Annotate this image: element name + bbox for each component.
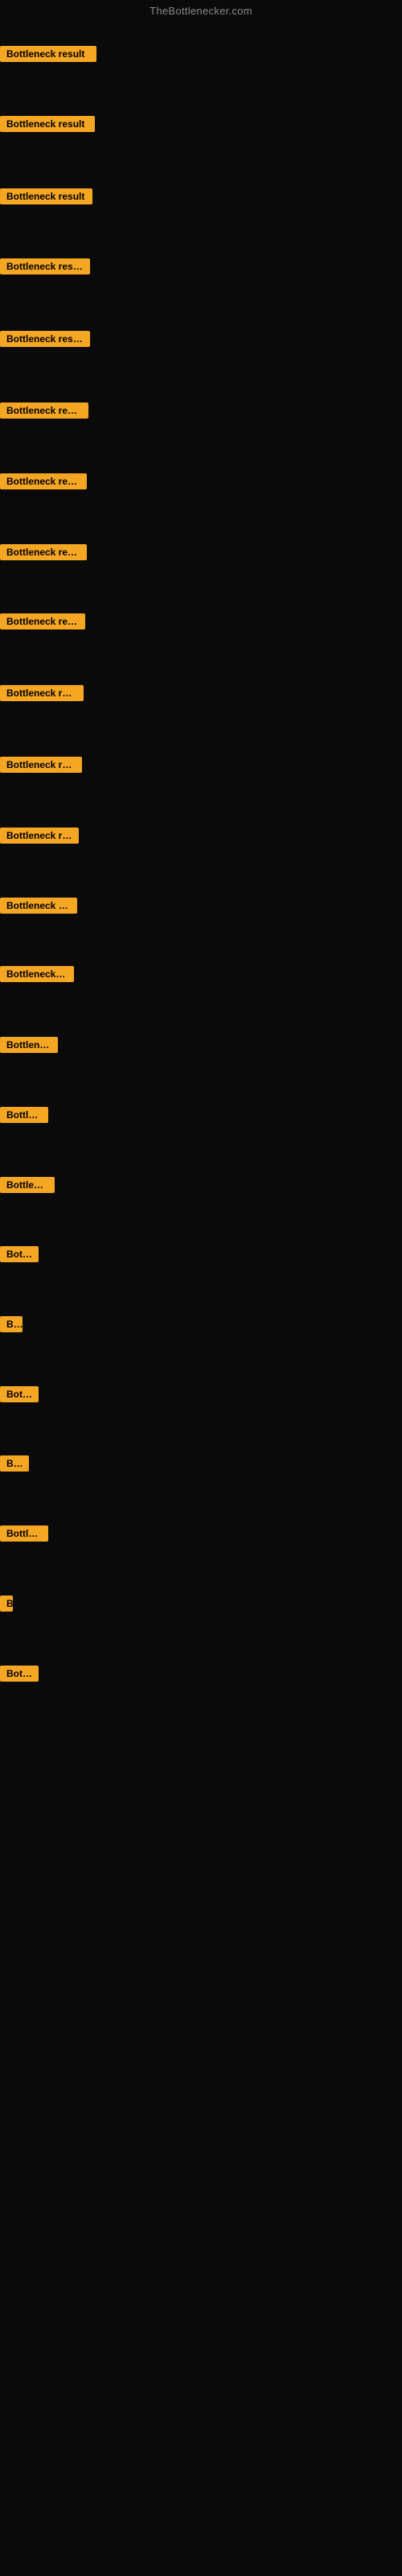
bottleneck-result-badge[interactable]: Bottleneck r xyxy=(0,1037,58,1053)
bottleneck-result-row: Bottleneck result xyxy=(0,544,87,564)
bottleneck-result-row: Bottleneck result xyxy=(0,898,77,918)
site-title: TheBottlenecker.com xyxy=(0,0,402,20)
bottleneck-result-row: Bottlene xyxy=(0,1107,48,1127)
bottleneck-result-badge[interactable]: Bottleneck result xyxy=(0,473,87,489)
bottleneck-result-badge[interactable]: Bottlene xyxy=(0,1107,48,1123)
bottleneck-result-badge[interactable]: Bottle xyxy=(0,1246,39,1262)
bottleneck-result-badge[interactable]: Bottle xyxy=(0,1666,39,1682)
bottleneck-result-row: Bottleneck result xyxy=(0,46,96,66)
bottleneck-result-badge[interactable]: Bottleneck result xyxy=(0,46,96,62)
bottleneck-result-badge[interactable]: Bottleneck result xyxy=(0,966,74,982)
bottleneck-result-row: Bottleneck result xyxy=(0,258,90,279)
bottleneck-result-badge[interactable]: Bottleneck result xyxy=(0,116,95,132)
bottleneck-result-row: Bottleneck result xyxy=(0,331,90,351)
bottleneck-result-badge[interactable]: Bottleneck result xyxy=(0,402,88,419)
bottleneck-result-badge[interactable]: Bottleneck result xyxy=(0,188,92,204)
bottleneck-result-row: Bottleneck result xyxy=(0,757,82,777)
bottleneck-result-row: Bottleneck result xyxy=(0,188,92,208)
bottleneck-result-badge[interactable]: Bottleneck result xyxy=(0,685,84,701)
bottleneck-result-row: Bottleneck result xyxy=(0,966,74,986)
bottleneck-result-row: Bottle xyxy=(0,1246,39,1266)
bottleneck-result-row: Bottle xyxy=(0,1386,39,1406)
bottleneck-result-badge[interactable]: Bottleneck resul xyxy=(0,828,79,844)
bottleneck-result-row: Bottleneck result xyxy=(0,613,85,634)
bottleneck-result-badge[interactable]: Bott xyxy=(0,1455,29,1472)
bottleneck-result-row: Bottleneck result xyxy=(0,402,88,423)
bottleneck-result-badge[interactable]: Bottleneck result xyxy=(0,544,87,560)
bottleneck-result-row: Bottleneck result xyxy=(0,116,95,136)
bottleneck-result-badge[interactable]: Bottleneck result xyxy=(0,898,77,914)
bottleneck-result-badge[interactable]: B xyxy=(0,1596,13,1612)
bottleneck-result-badge[interactable]: Bottle xyxy=(0,1386,39,1402)
bottleneck-result-row: Bottleneck resul xyxy=(0,828,79,848)
bottleneck-result-badge[interactable]: Bottlene xyxy=(0,1525,48,1542)
bottleneck-result-row: Bottleneck r xyxy=(0,1037,58,1057)
bottleneck-result-row: Bottleneck result xyxy=(0,473,87,493)
bottleneck-result-row: Bottleneck result xyxy=(0,685,84,705)
bottleneck-result-row: B xyxy=(0,1596,13,1616)
bottleneck-result-badge[interactable]: Bottleneck result xyxy=(0,757,82,773)
bottleneck-result-row: Bottlene xyxy=(0,1525,48,1546)
bottleneck-result-row: Bottleneck xyxy=(0,1177,55,1197)
bottleneck-result-row: Bott xyxy=(0,1455,29,1476)
bottleneck-result-badge[interactable]: Bottleneck result xyxy=(0,331,90,347)
bottleneck-result-badge[interactable]: Bo xyxy=(0,1316,23,1332)
bottleneck-result-row: Bo xyxy=(0,1316,23,1336)
bottleneck-result-badge[interactable]: Bottleneck xyxy=(0,1177,55,1193)
bottleneck-result-badge[interactable]: Bottleneck result xyxy=(0,613,85,630)
bottleneck-result-badge[interactable]: Bottleneck result xyxy=(0,258,90,275)
bottleneck-result-row: Bottle xyxy=(0,1666,39,1686)
